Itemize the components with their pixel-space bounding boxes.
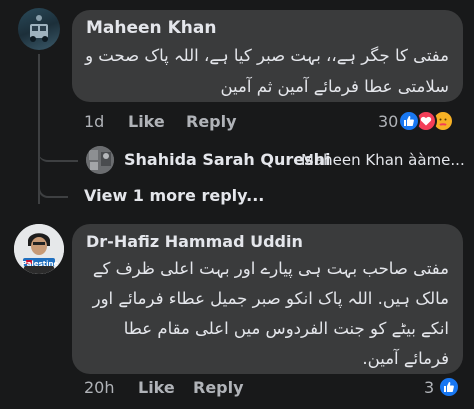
reaction-count[interactable]: 3 xyxy=(424,378,434,397)
avatar-image xyxy=(30,15,48,42)
comment-author[interactable]: Dr-Hafiz Hammad Uddin xyxy=(86,232,303,251)
comment-dr-hafiz-hammad-uddin: Palestine Dr-Hafiz Hammad Uddin مفتی صاح… xyxy=(0,214,474,409)
like-reaction-icon xyxy=(398,110,420,132)
comment-text: مفتی کا جگر ہے،، بہت صبر کیا ہے، اللہ پا… xyxy=(85,46,449,96)
comment-text: مفتی صاحب بہت ہی پیارے اور بہت اعلی ظرف … xyxy=(92,259,449,368)
reply-text: Maheen Khan ààme... xyxy=(301,151,465,169)
comment-bubble: Dr-Hafiz Hammad Uddin مفتی صاحب بہت ہی پ… xyxy=(72,224,463,374)
avatar xyxy=(86,146,114,174)
reply-author[interactable]: Shahida Sarah Qureshi xyxy=(124,150,331,169)
reply-button[interactable]: Reply xyxy=(193,378,244,397)
like-button[interactable]: Like xyxy=(138,378,175,397)
comment-bubble: Maheen Khan مفتی کا جگر ہے،، بہت صبر کیا… xyxy=(72,10,463,102)
reaction-stack[interactable] xyxy=(398,110,468,134)
reply-preview[interactable]: Shahida Sarah Qureshi Maheen Khan ààme..… xyxy=(0,140,474,180)
avatar-badge: Palestine xyxy=(21,260,59,268)
reply-button[interactable]: Reply xyxy=(186,112,237,131)
avatar[interactable]: Palestine xyxy=(14,224,64,274)
view-more-connector xyxy=(38,170,68,198)
avatar-image xyxy=(86,146,114,174)
comment-time[interactable]: 20h xyxy=(84,378,115,397)
like-reaction-icon[interactable] xyxy=(438,376,460,398)
comment-time[interactable]: 1d xyxy=(84,112,104,131)
avatar[interactable] xyxy=(18,8,60,50)
like-button[interactable]: Like xyxy=(128,112,165,131)
view-more-replies-link[interactable]: View 1 more reply... xyxy=(84,186,264,205)
reaction-count[interactable]: 30 xyxy=(378,112,398,131)
comment-maheen-khan: Maheen Khan مفتی کا جگر ہے،، بہت صبر کیا… xyxy=(0,0,474,204)
comment-author[interactable]: Maheen Khan xyxy=(86,18,216,38)
